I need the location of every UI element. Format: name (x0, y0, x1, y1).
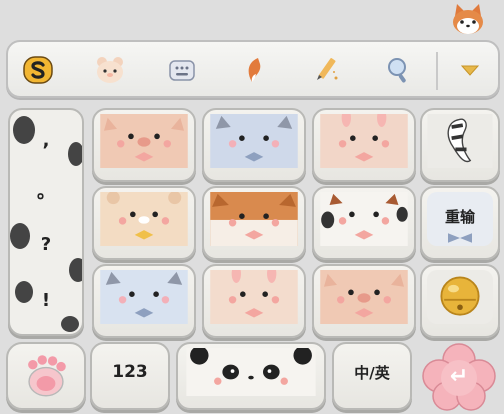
comma-key[interactable]: , (10, 130, 82, 151)
fox-mascot-icon[interactable] (450, 2, 486, 36)
collapse-arrow-icon[interactable] (454, 54, 486, 86)
language-label: 中/英 (354, 364, 390, 382)
search-icon[interactable] (382, 54, 414, 86)
punctuation-column: , 。 ? ! (8, 108, 84, 336)
bell-key[interactable] (420, 264, 500, 338)
numbers-key[interactable]: 123 (90, 342, 170, 410)
sogou-logo-icon[interactable] (22, 54, 54, 86)
pig-face-icon (99, 114, 189, 168)
rabbit-face-icon (319, 114, 409, 168)
grey-cat-key-1[interactable] (202, 108, 306, 182)
paw-key[interactable] (6, 342, 86, 410)
fox-face-icon (209, 192, 299, 246)
cow-face-icon (319, 192, 409, 246)
period-key[interactable]: 。 (10, 178, 82, 204)
grey-cat-key-2[interactable] (92, 264, 196, 338)
language-switch-key[interactable]: 中/英 (332, 342, 412, 410)
rabbit-face-icon (209, 270, 299, 324)
panda-face-icon (183, 348, 319, 396)
rabbit-key-1[interactable] (312, 108, 416, 182)
exclamation-key[interactable]: ! (10, 290, 82, 311)
pig-face-icon (319, 270, 409, 324)
cow-key[interactable] (312, 186, 416, 260)
toolbar-divider (436, 52, 438, 90)
fox-key[interactable] (202, 186, 306, 260)
pig-key-1[interactable] (92, 108, 196, 182)
paw-icon (28, 355, 66, 397)
tiger-tail-key[interactable] (420, 108, 500, 182)
reenter-label: 重输 (444, 208, 475, 226)
candidate-toolbar (6, 40, 500, 98)
cat-face-icon (209, 114, 299, 168)
numbers-label: 123 (112, 362, 148, 382)
keyboard-icon[interactable] (166, 54, 198, 86)
enter-symbol: ↵ (449, 364, 469, 389)
cat-face-icon (99, 270, 189, 324)
reenter-key[interactable]: 重输 (420, 186, 500, 260)
bell-icon (427, 270, 493, 324)
pencil-icon[interactable] (310, 54, 342, 86)
pig-key-2[interactable] (312, 264, 416, 338)
fox-tail-icon[interactable] (238, 54, 270, 86)
bear-face-icon (99, 192, 189, 246)
bear-avatar-icon[interactable] (94, 54, 126, 86)
rabbit-key-2[interactable] (202, 264, 306, 338)
bow-icon (448, 233, 472, 243)
tiger-tail-icon (427, 114, 493, 168)
question-key[interactable]: ? (10, 234, 82, 255)
bear-key[interactable] (92, 186, 196, 260)
space-key[interactable] (176, 342, 326, 410)
enter-key[interactable]: ↵ (418, 342, 500, 412)
